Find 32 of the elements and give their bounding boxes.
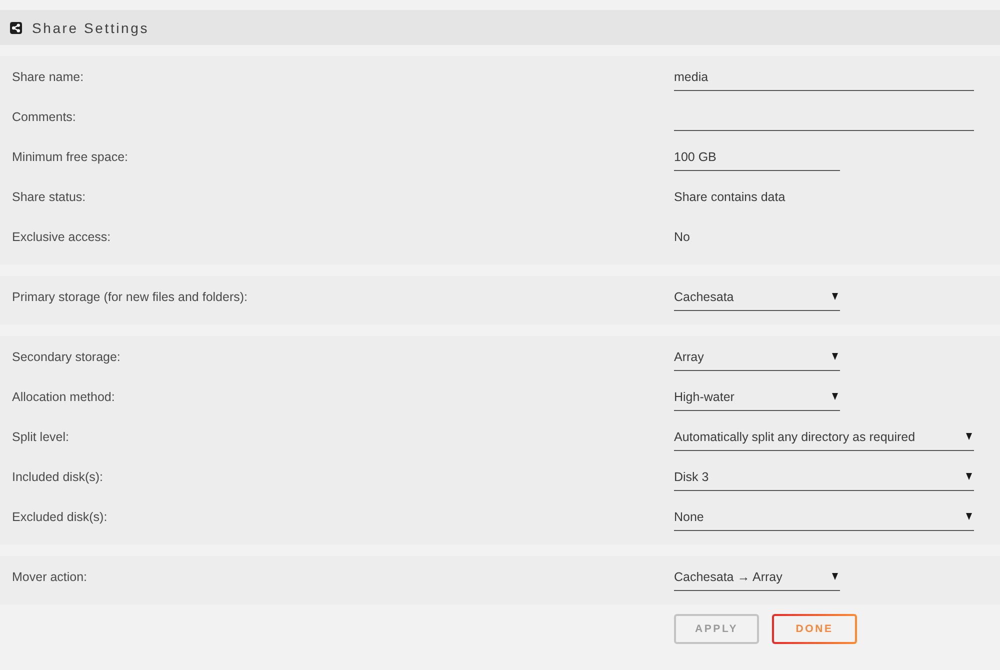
- caret-icon: [966, 473, 972, 480]
- caret-icon: [832, 573, 838, 580]
- dropdown[interactable]: Array: [674, 343, 840, 371]
- dropdown[interactable]: Disk 3: [674, 463, 974, 491]
- dropdown[interactable]: Automatically split any directory as required: [674, 423, 974, 451]
- field-label: Minimum free space:: [11, 150, 128, 164]
- caret-icon: [966, 513, 972, 520]
- dropdown[interactable]: Cachesata: [674, 283, 840, 311]
- dropdown[interactable]: High-water: [674, 383, 840, 411]
- text-field[interactable]: media: [674, 63, 974, 91]
- field-label: Share name:: [11, 70, 84, 84]
- field-label: Secondary storage:: [11, 350, 120, 364]
- field-label: Excluded disk(s):: [11, 510, 108, 524]
- field-label: Split level:: [11, 430, 69, 444]
- panel-title: Share Settings: [32, 20, 150, 36]
- caret-icon: [832, 393, 838, 400]
- caret-icon: [966, 433, 972, 440]
- field-label: Comments:: [11, 110, 76, 124]
- caret-icon: [832, 293, 838, 300]
- caret-icon: [832, 353, 838, 360]
- field-label: Included disk(s):: [11, 470, 104, 484]
- field-label: Exclusive access:: [11, 230, 111, 244]
- text-field[interactable]: 100 GB: [674, 143, 840, 171]
- dropdown[interactable]: Cachesata → Array: [674, 563, 840, 591]
- share-icon: [10, 22, 22, 34]
- field-label: Share status:: [11, 190, 86, 204]
- field-label: Primary storage (for new files and folders):: [11, 290, 248, 304]
- dropdown[interactable]: None: [674, 503, 974, 531]
- field-label: Allocation method:: [11, 390, 115, 404]
- value-text: Share contains data: [674, 190, 786, 204]
- value-text: No: [674, 230, 690, 244]
- field-label: Mover action:: [11, 570, 88, 584]
